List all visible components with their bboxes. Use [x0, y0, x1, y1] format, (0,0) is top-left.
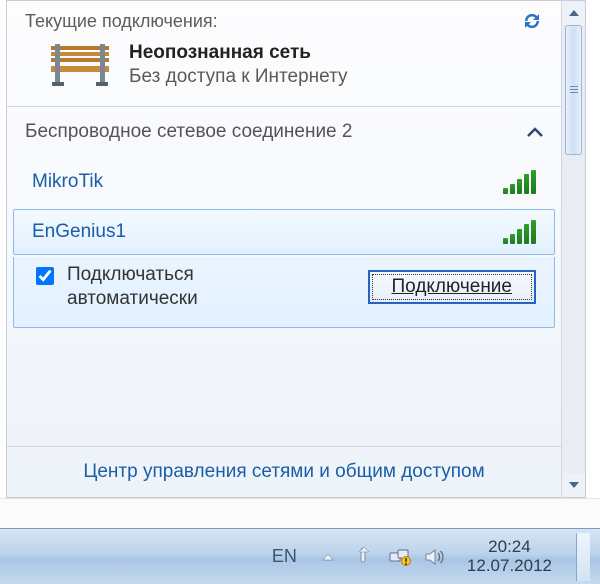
scroll-thumb[interactable]: [565, 25, 582, 155]
scroll-track[interactable]: [562, 25, 585, 473]
tray-overflow-icon[interactable]: [317, 546, 339, 568]
taskbar: EN 20:24: [0, 528, 600, 584]
auto-connect-panel: Подключаться автоматически Подключение: [13, 257, 555, 328]
network-center-link[interactable]: Центр управления сетями и общим доступом: [83, 461, 484, 482]
scroll-down-button[interactable]: [562, 473, 585, 497]
clock-date: 12.07.2012: [467, 557, 552, 576]
show-desktop-button[interactable]: [576, 533, 590, 581]
signal-strength-icon: [503, 170, 536, 194]
auto-connect-checkbox[interactable]: [36, 267, 54, 285]
language-indicator[interactable]: EN: [266, 546, 303, 567]
network-name: MikroTik: [32, 171, 103, 193]
volume-tray-icon[interactable]: [425, 546, 447, 568]
current-connections-header: Текущие подключения:: [7, 1, 561, 36]
current-connection-name: Неопознанная сеть: [129, 42, 348, 64]
current-connection-status: Без доступа к Интернету: [129, 66, 348, 88]
scroll-up-button[interactable]: [562, 1, 585, 25]
window-chrome-strip: [0, 498, 600, 528]
action-center-icon[interactable]: [353, 546, 375, 568]
taskbar-clock[interactable]: 20:24 12.07.2012: [461, 538, 552, 575]
current-connection-block: Неопознанная сеть Без доступа к Интернет…: [7, 36, 561, 106]
refresh-icon[interactable]: [521, 11, 543, 31]
connect-button[interactable]: Подключение: [368, 270, 536, 304]
bench-icon: [49, 42, 111, 88]
network-item-engenius1[interactable]: EnGenius1: [13, 209, 555, 255]
wireless-section-title: Беспроводное сетевое соединение 2: [25, 121, 352, 143]
footer: Центр управления сетями и общим доступом: [7, 446, 561, 497]
wireless-section-header[interactable]: Беспроводное сетевое соединение 2: [7, 107, 561, 157]
network-flyout: Текущие подключения:: [6, 0, 586, 498]
network-name: EnGenius1: [32, 221, 126, 243]
flyout-content: Текущие подключения:: [7, 1, 561, 497]
network-item-mikrotik[interactable]: MikroTik: [13, 159, 555, 205]
scrollbar[interactable]: [561, 1, 585, 497]
clock-time: 20:24: [467, 538, 552, 557]
current-connection-text: Неопознанная сеть Без доступа к Интернет…: [129, 42, 348, 88]
chevron-up-icon: [527, 127, 543, 137]
auto-connect-label: Подключаться автоматически: [67, 263, 277, 311]
network-tray-icon[interactable]: [389, 546, 411, 568]
signal-strength-icon: [503, 220, 536, 244]
current-connections-title: Текущие подключения:: [25, 11, 218, 32]
screen: Текущие подключения:: [0, 0, 600, 584]
